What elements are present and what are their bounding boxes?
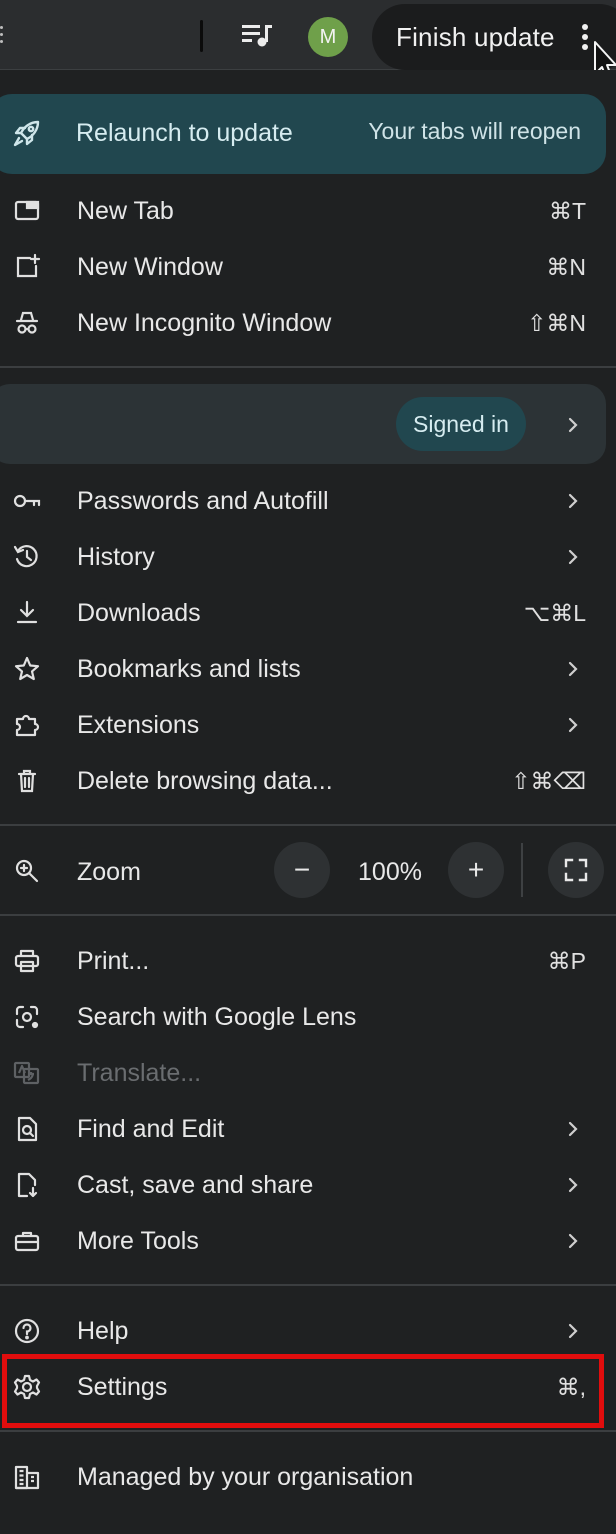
menu-item-label: Extensions	[77, 711, 200, 739]
menu-item-label: Print...	[77, 947, 150, 975]
menu-item-managed-by-organisation[interactable]: Managed by your organisation	[0, 1449, 616, 1505]
profile-row[interactable]: Signed in	[0, 384, 606, 464]
menu-divider	[0, 914, 616, 916]
plus-icon: +	[467, 854, 485, 885]
signed-in-badge: Signed in	[396, 397, 526, 451]
menu-item-help[interactable]: Help	[0, 1303, 616, 1359]
menu-item-label: Find and Edit	[77, 1115, 225, 1143]
find-page-icon	[12, 1115, 42, 1143]
menu-item-label: More Tools	[77, 1227, 199, 1255]
fullscreen-button[interactable]	[548, 842, 604, 898]
menu-item-label: History	[77, 543, 155, 571]
menu-divider	[0, 1430, 616, 1432]
menu-item-extensions[interactable]: Extensions	[0, 697, 616, 753]
chevron-right-icon	[566, 1230, 580, 1252]
menu-item-label: Search with Google Lens	[77, 1003, 357, 1031]
new-window-icon	[12, 253, 42, 281]
chevron-right-icon	[566, 714, 580, 736]
incognito-icon	[12, 309, 42, 337]
relaunch-note: Your tabs will reopen	[368, 118, 581, 144]
relaunch-label: Relaunch to update	[76, 119, 293, 147]
download-icon	[12, 599, 42, 627]
fullscreen-icon	[563, 857, 589, 883]
profile-avatar[interactable]: M	[308, 17, 348, 57]
menu-item-downloads[interactable]: Downloads ⌥⌘L	[0, 585, 616, 641]
key-icon	[12, 487, 42, 515]
menu-item-print[interactable]: Print... ⌘P	[0, 933, 616, 989]
menu-item-label: Help	[77, 1317, 129, 1345]
chevron-right-icon	[566, 490, 580, 512]
media-controls-icon[interactable]	[240, 22, 274, 50]
menu-divider	[0, 366, 616, 368]
menu-divider	[0, 824, 616, 826]
menu-item-history[interactable]: History	[0, 529, 616, 585]
more-menu-icon[interactable]	[580, 24, 590, 52]
chrome-main-menu: Relaunch to update Your tabs will reopen…	[0, 70, 616, 1534]
menu-item-bookmarks-lists[interactable]: Bookmarks and lists	[0, 641, 616, 697]
menu-item-label: New Window	[77, 253, 223, 281]
chevron-right-icon	[566, 1118, 580, 1140]
minus-icon: −	[293, 854, 311, 885]
relaunch-to-update-banner[interactable]: Relaunch to update Your tabs will reopen	[0, 94, 606, 174]
puzzle-piece-icon	[12, 711, 42, 739]
new-tab-icon	[12, 197, 42, 225]
finish-update-label: Finish update	[396, 21, 555, 52]
chevron-right-icon	[566, 1174, 580, 1196]
zoom-level: 100%	[358, 858, 422, 886]
menu-item-new-tab[interactable]: New Tab ⌘T	[0, 183, 616, 239]
building-icon	[12, 1463, 42, 1491]
chevron-right-icon	[566, 414, 580, 436]
rocket-icon	[12, 118, 42, 148]
toolbox-icon	[12, 1227, 42, 1255]
menu-item-new-window[interactable]: New Window ⌘N	[0, 239, 616, 295]
menu-item-label: Translate...	[77, 1059, 202, 1087]
chevron-right-icon	[566, 658, 580, 680]
zoom-in-button[interactable]: +	[448, 842, 504, 898]
printer-icon	[12, 947, 42, 975]
menu-item-label: Passwords and Autofill	[77, 487, 329, 515]
menu-item-shortcut: ⌘N	[546, 254, 586, 280]
toolbar-separator	[200, 20, 203, 52]
lens-icon	[12, 1003, 42, 1031]
chevron-right-icon	[566, 1320, 580, 1342]
menu-item-shortcut: ⌘P	[547, 948, 586, 974]
zoom-icon	[12, 857, 42, 885]
menu-item-google-lens[interactable]: Search with Google Lens	[0, 989, 616, 1045]
browser-toolbar: M Finish update	[0, 0, 616, 81]
menu-item-shortcut: ⌘T	[548, 198, 586, 224]
zoom-out-button[interactable]: −	[274, 842, 330, 898]
menu-item-shortcut: ⇧⌘N	[527, 310, 586, 336]
menu-item-more-tools[interactable]: More Tools	[0, 1213, 616, 1269]
menu-item-label: Bookmarks and lists	[77, 655, 301, 683]
chevron-right-icon	[566, 546, 580, 568]
menu-item-label: Downloads	[77, 599, 201, 627]
zoom-row: Zoom − 100% +	[0, 840, 616, 902]
menu-item-passwords-autofill[interactable]: Passwords and Autofill	[0, 473, 616, 529]
zoom-separator	[521, 843, 523, 897]
menu-item-shortcut: ⌥⌘L	[523, 600, 586, 626]
drag-grip-icon	[0, 26, 4, 46]
trash-icon	[12, 767, 42, 795]
menu-item-find-and-edit[interactable]: Find and Edit	[0, 1101, 616, 1157]
help-icon	[12, 1317, 42, 1345]
menu-item-label: New Tab	[77, 197, 174, 225]
menu-item-cast-save-share[interactable]: Cast, save and share	[0, 1157, 616, 1213]
translate-icon	[12, 1059, 42, 1087]
history-icon	[12, 543, 42, 571]
save-page-icon	[12, 1171, 42, 1199]
menu-item-new-incognito-window[interactable]: New Incognito Window ⇧⌘N	[0, 295, 616, 351]
menu-item-shortcut: ⇧⌘⌫	[511, 768, 586, 794]
menu-item-label: Cast, save and share	[77, 1171, 314, 1199]
zoom-label: Zoom	[77, 858, 141, 886]
menu-item-label: New Incognito Window	[77, 309, 332, 337]
menu-item-translate: Translate...	[0, 1045, 616, 1101]
menu-item-label: Delete browsing data...	[77, 767, 333, 795]
menu-item-label: Managed by your organisation	[77, 1463, 414, 1491]
star-icon	[12, 655, 42, 683]
highlight-box	[2, 1354, 604, 1428]
menu-divider	[0, 1284, 616, 1286]
menu-item-delete-browsing-data[interactable]: Delete browsing data... ⇧⌘⌫	[0, 753, 616, 809]
